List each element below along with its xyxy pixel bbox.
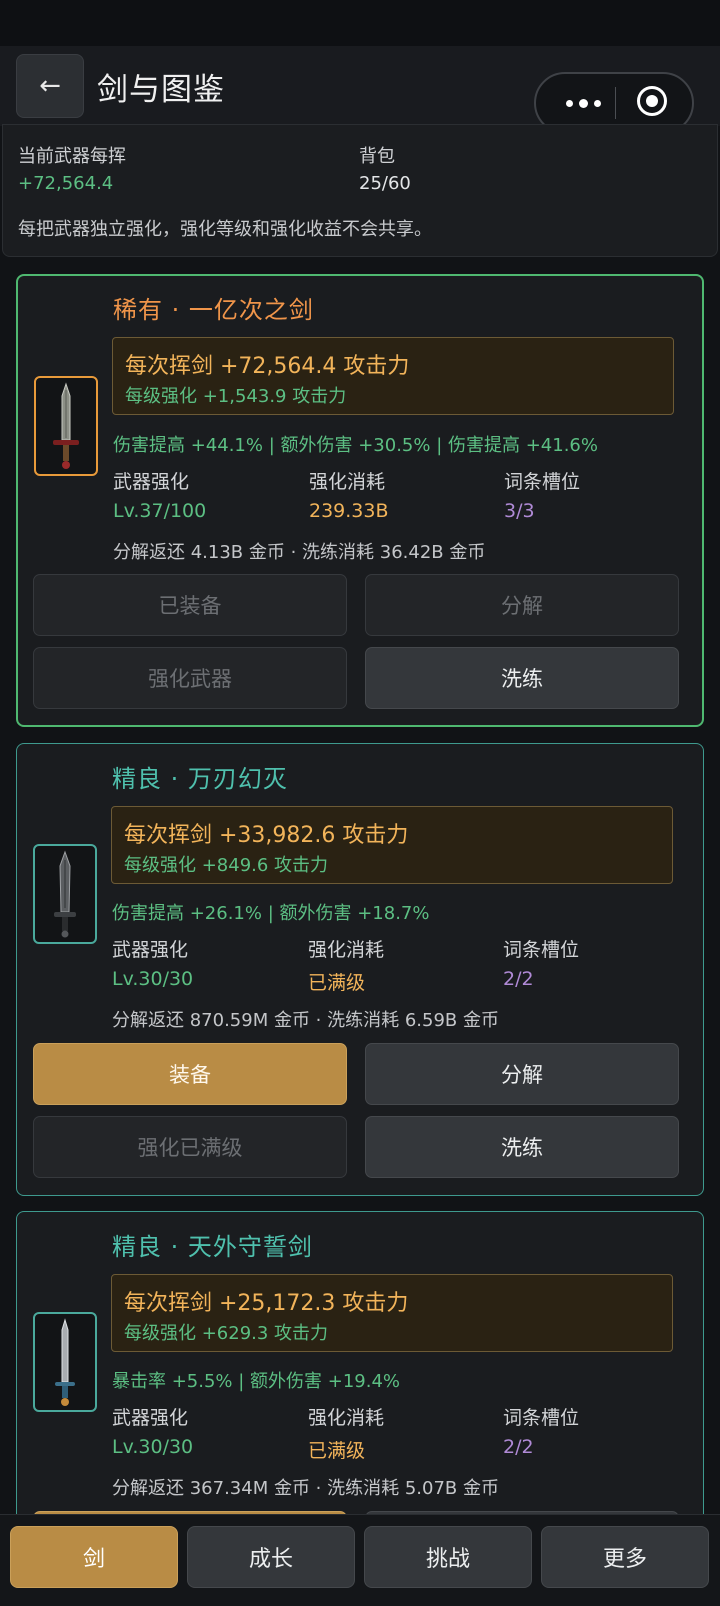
swing-attack: 每次挥剑 +72,564.4 攻击力 [125,354,410,379]
tab-more[interactable]: 更多 [541,1526,709,1588]
slots-label: 词条槽位 [503,939,580,961]
cost-label: 强化消耗 [309,471,386,493]
slot-count: 2/2 [503,968,534,990]
tab-growth[interactable]: 成长 [187,1526,355,1588]
weapon-title: 精良 · 天外守誓剑 [112,1233,313,1261]
tab-challenge[interactable]: 挑战 [364,1526,532,1588]
swing-box: 每次挥剑 +33,982.6 攻击力 每级强化 +849.6 攻击力 [111,806,673,884]
swing-box: 每次挥剑 +25,172.3 攻击力 每级强化 +629.3 攻击力 [111,1274,673,1352]
decompose-button[interactable]: 分解 [365,574,679,636]
summary-panel: 当前武器每挥 +72,564.4 背包 25/60 每把武器独立强化，强化等级和… [2,124,718,257]
swing-attack: 每次挥剑 +33,982.6 攻击力 [124,823,409,848]
enhance-label: 武器强化 [112,1407,189,1429]
cost-label: 强化消耗 [308,1407,385,1429]
cost-label: 强化消耗 [308,939,385,961]
affix-line: 伤害提高 +26.1% | 额外伤害 +18.7% [112,903,430,924]
weapon-card: 精良 · 万刃幻灭 每次挥剑 +33,982.6 攻击力 每级强化 +849.6… [16,743,704,1196]
per-level-attack: 每级强化 +1,543.9 攻击力 [125,386,347,407]
back-button[interactable]: ← [16,54,84,118]
enhance-label: 武器强化 [113,471,190,493]
capsule-divider [615,87,616,119]
equip-button[interactable]: 装备 [33,1043,347,1105]
weapon-title: 精良 · 万刃幻灭 [112,765,288,793]
reroll-button[interactable]: 洗练 [365,1116,679,1178]
sword-icon [33,1312,97,1412]
slot-count: 2/2 [503,1436,534,1458]
swing-label: 当前武器每挥 [18,146,126,167]
bag-value: 25/60 [359,173,411,194]
sword-icon [34,376,98,476]
returns-line: 分解返还 870.59M 金币 · 洗练消耗 6.59B 金币 [112,1010,499,1031]
enhance-cost: 239.33B [309,500,389,522]
affix-line: 伤害提高 +44.1% | 额外伤害 +30.5% | 伤害提高 +41.6% [113,435,598,456]
enhance-button[interactable]: 强化武器 [33,647,347,709]
swing-box: 每次挥剑 +72,564.4 攻击力 每级强化 +1,543.9 攻击力 [112,337,674,415]
affix-line: 暴击率 +5.5% | 额外伤害 +19.4% [112,1371,401,1392]
weapon-title: 稀有 · 一亿次之剑 [113,296,314,324]
tab-sword[interactable]: 剑 [10,1526,178,1588]
slots-label: 词条槽位 [504,471,581,493]
enhance-maxed-button[interactable]: 强化已满级 [33,1116,347,1178]
per-level-attack: 每级强化 +849.6 攻击力 [124,855,329,876]
bottom-tab-bar: 剑 成长 挑战 更多 [0,1514,720,1606]
per-level-attack: 每级强化 +629.3 攻击力 [124,1323,329,1344]
enhance-cost: 已满级 [308,972,366,994]
back-arrow-icon: ← [39,71,61,101]
enhance-level: Lv.30/30 [112,1436,194,1458]
returns-line: 分解返还 367.34M 金币 · 洗练消耗 5.07B 金币 [112,1478,499,1499]
bag-label: 背包 [359,146,395,167]
slots-label: 词条槽位 [503,1407,580,1429]
reroll-button[interactable]: 洗练 [365,647,679,709]
sword-icon [33,844,97,944]
summary-note: 每把武器独立强化，强化等级和强化收益不会共享。 [18,219,432,240]
status-bar-area [0,0,720,46]
decompose-button[interactable]: 分解 [365,1043,679,1105]
slot-count: 3/3 [504,500,535,522]
returns-line: 分解返还 4.13B 金币 · 洗练消耗 36.42B 金币 [113,542,486,563]
enhance-level: Lv.30/30 [112,968,194,990]
swing-attack: 每次挥剑 +25,172.3 攻击力 [124,1291,409,1316]
enhance-label: 武器强化 [112,939,189,961]
enhance-cost: 已满级 [308,1440,366,1462]
equipped-button[interactable]: 已装备 [33,574,347,636]
page-title: 剑与图鉴 [97,72,225,108]
close-target-icon[interactable] [637,86,667,116]
nav-bar: ← 剑与图鉴 [0,46,720,134]
weapon-card: 稀有 · 一亿次之剑 每次挥剑 +72,564.4 攻击力 每级强化 +1,54… [16,274,704,727]
swing-value: +72,564.4 [18,173,114,194]
enhance-level: Lv.37/100 [113,500,207,522]
